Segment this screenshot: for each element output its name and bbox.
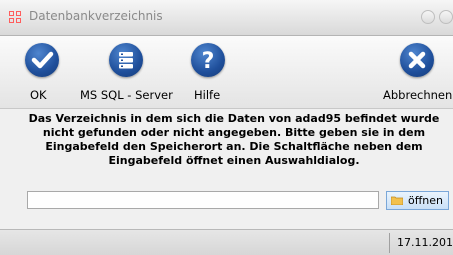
close-icon: [400, 43, 434, 77]
minimize-button[interactable]: [421, 10, 435, 24]
question-mark-icon: ?: [191, 43, 225, 77]
cancel-label: Abbrechnen: [383, 88, 453, 102]
help-button[interactable]: ? Hilfe: [186, 36, 230, 108]
checkmark-icon: [25, 43, 59, 77]
ok-label: OK: [30, 88, 47, 102]
help-label: Hilfe: [194, 88, 221, 102]
directory-path-input[interactable]: [27, 191, 379, 209]
close-window-button[interactable]: [439, 10, 453, 24]
app-icon: [9, 11, 22, 24]
info-message: Das Verzeichnis in dem sich die Daten vo…: [28, 112, 440, 167]
toolbar: OK MS SQL - Server ? Hilfe Abbrechnen: [0, 36, 453, 109]
mssql-server-label: MS SQL - Server: [80, 88, 173, 102]
status-separator: [389, 233, 390, 253]
status-bar: 17.11.2015: [0, 229, 453, 255]
open-button[interactable]: öffnen: [386, 191, 449, 210]
database-directory-window: Datenbankverzeichnis OK MS SQL - Server …: [0, 0, 453, 255]
title-bar: Datenbankverzeichnis: [0, 0, 453, 36]
window-title: Datenbankverzeichnis: [29, 9, 163, 23]
ok-button[interactable]: OK: [20, 36, 64, 108]
open-button-label: öffnen: [408, 194, 444, 207]
cancel-button[interactable]: Abbrechnen: [380, 36, 453, 108]
database-icon: [109, 43, 143, 77]
status-date: 17.11.2015: [397, 236, 453, 249]
mssql-server-button[interactable]: MS SQL - Server: [78, 36, 178, 108]
svg-text:?: ?: [202, 49, 215, 74]
folder-icon: [391, 196, 403, 205]
